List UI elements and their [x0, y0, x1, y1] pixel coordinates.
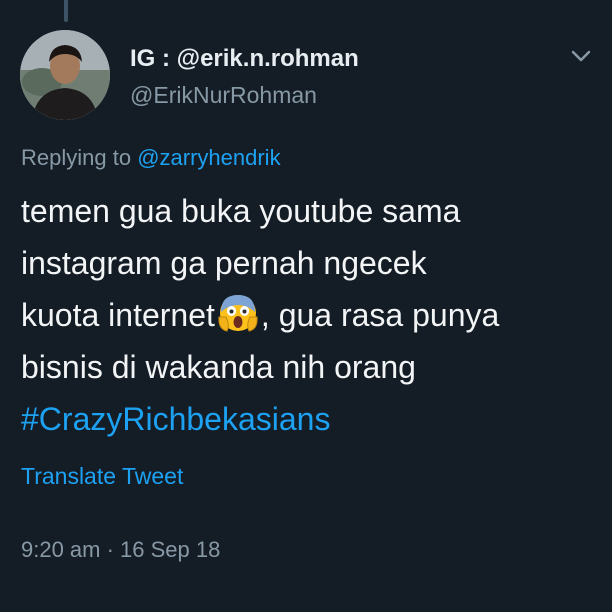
- screaming-face-emoji-icon: [217, 292, 259, 334]
- display-name[interactable]: IG : @erik.n.rohman: [130, 44, 359, 74]
- user-handle[interactable]: @ErikNurRohman: [130, 80, 317, 110]
- tweet-text-line: bisnis di wakanda nih orang: [21, 349, 416, 385]
- translate-tweet-link[interactable]: Translate Tweet: [21, 461, 183, 491]
- tweet-text: temen gua buka youtube sama instagram ga…: [21, 185, 601, 445]
- hashtag-link[interactable]: #CrazyRichbekasians: [21, 393, 601, 445]
- thread-connector-line: [64, 0, 68, 22]
- replying-to-mention-link[interactable]: @zarryhendrik: [137, 145, 280, 170]
- replying-prefix: Replying to: [21, 145, 138, 170]
- tweet-text-line: instagram ga pernah ngecek: [21, 245, 427, 281]
- tweet-text-line: kuota internet , gua rasa punya: [21, 289, 601, 341]
- tweet-text-segment: kuota internet: [21, 297, 215, 333]
- tweet-timestamp[interactable]: 9:20 am · 16 Sep 18: [21, 535, 220, 565]
- avatar[interactable]: [20, 30, 110, 120]
- tweet-text-segment: , gua rasa punya: [260, 297, 500, 333]
- replying-to-line: Replying to @zarryhendrik: [21, 143, 281, 173]
- avatar-photo: [20, 30, 110, 120]
- tweet-text-line: temen gua buka youtube sama: [21, 193, 461, 229]
- chevron-down-icon[interactable]: [569, 44, 593, 68]
